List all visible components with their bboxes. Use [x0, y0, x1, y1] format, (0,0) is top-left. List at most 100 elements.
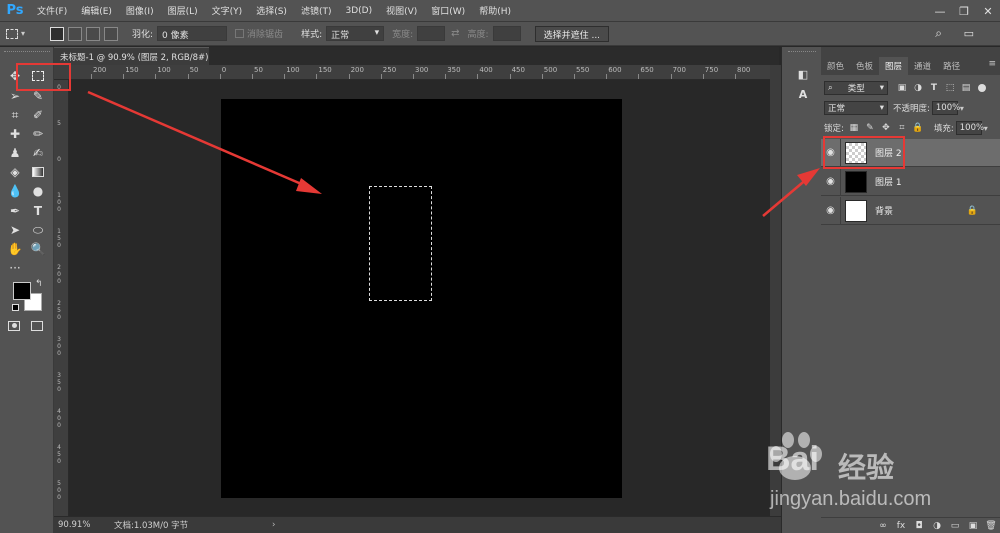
- eye-icon[interactable]: ◉: [821, 167, 841, 196]
- menu-filter[interactable]: 滤镜(T): [294, 4, 339, 17]
- layer-style-icon[interactable]: fx: [892, 521, 910, 531]
- history-panel-icon[interactable]: ◧: [796, 67, 810, 81]
- window-controls: — ❐ ✕: [928, 0, 1000, 22]
- tab-paths[interactable]: 路径: [937, 57, 966, 75]
- filter-kind-select[interactable]: ⌕ 类型 ▾: [824, 81, 888, 95]
- opacity-input[interactable]: 100%: [931, 101, 960, 115]
- clone-stamp-tool-icon[interactable]: ♟: [6, 144, 24, 162]
- filter-adjustment-icon[interactable]: ◑: [912, 82, 924, 94]
- menu-type[interactable]: 文字(Y): [205, 4, 250, 17]
- close-button[interactable]: ✕: [976, 0, 1000, 22]
- adjustment-layer-icon[interactable]: ◑: [928, 521, 946, 531]
- pen-tool-icon[interactable]: ✒: [6, 202, 24, 220]
- new-selection-icon[interactable]: [50, 26, 64, 41]
- zoom-tool-icon[interactable]: 🔍: [29, 240, 47, 258]
- document-tab[interactable]: 未标题-1 @ 90.9% (图层 2, RGB/8#) *: [54, 47, 215, 65]
- tab-swatches[interactable]: 色板: [850, 57, 879, 75]
- tab-channels[interactable]: 通道: [908, 57, 937, 75]
- eraser-tool-icon[interactable]: ◈: [6, 163, 24, 181]
- photoshop-logo[interactable]: Ps: [0, 1, 30, 21]
- brush-tool-icon[interactable]: ✏: [29, 125, 47, 143]
- opacity-dropdown-icon[interactable]: ▾: [960, 104, 964, 113]
- panel-menu-icon[interactable]: ≡: [988, 59, 996, 69]
- tool-preset-picker[interactable]: ▾: [6, 25, 34, 43]
- layer-row[interactable]: ◉ 背景 🔒: [821, 196, 1000, 225]
- filter-toggle[interactable]: [978, 84, 986, 92]
- healing-brush-tool-icon[interactable]: ✚: [6, 125, 24, 143]
- layer-row[interactable]: ◉ 图层 1: [821, 167, 1000, 196]
- blend-mode-select[interactable]: 正常 ▾: [824, 101, 888, 115]
- annotation-box-layer-2: [823, 136, 905, 169]
- delete-layer-icon[interactable]: 🗑: [982, 521, 1000, 531]
- default-colors-icon[interactable]: [12, 304, 19, 311]
- blur-tool-icon[interactable]: 💧: [6, 182, 24, 200]
- antialias-checkbox[interactable]: [235, 29, 245, 38]
- filter-type-icon[interactable]: T: [928, 82, 940, 94]
- lock-artboard-icon[interactable]: ⌗: [896, 122, 908, 134]
- swap-colors-icon[interactable]: ↰: [35, 279, 43, 289]
- foreground-color-swatch[interactable]: [13, 282, 31, 300]
- eye-icon[interactable]: ◉: [821, 196, 841, 225]
- ruler-label: 700: [672, 66, 686, 74]
- annotation-box-marquee-tool: [16, 63, 71, 91]
- menu-window[interactable]: 窗口(W): [424, 4, 472, 17]
- width-input[interactable]: [417, 26, 446, 41]
- restore-button[interactable]: ❐: [952, 0, 976, 22]
- dodge-tool-icon[interactable]: ●: [29, 182, 47, 200]
- subtract-selection-icon[interactable]: [86, 26, 100, 41]
- select-and-mask-button[interactable]: 选择并遮住 ...: [534, 25, 610, 42]
- filter-pixel-icon[interactable]: ▣: [896, 82, 908, 94]
- menu-3d[interactable]: 3D(D): [338, 6, 379, 16]
- style-select[interactable]: 正常 ▾: [326, 26, 385, 41]
- filter-shape-icon[interactable]: ⬚: [944, 82, 956, 94]
- zoom-field[interactable]: 90.91%: [54, 520, 104, 530]
- workspace-icon[interactable]: ▭: [964, 27, 974, 40]
- character-panel-icon[interactable]: A: [796, 87, 810, 101]
- lock-all-icon[interactable]: 🔒: [912, 122, 924, 134]
- lock-image-icon[interactable]: ✎: [864, 122, 876, 134]
- minimize-button[interactable]: —: [928, 0, 952, 22]
- menu-layer[interactable]: 图层(L): [161, 4, 205, 17]
- height-input[interactable]: [492, 26, 521, 41]
- menu-select[interactable]: 选择(S): [249, 4, 294, 17]
- link-layers-icon[interactable]: ∞: [874, 521, 892, 531]
- tab-layers[interactable]: 图层: [879, 57, 909, 75]
- type-tool-icon[interactable]: T: [29, 202, 47, 220]
- left-ruler[interactable]: 050100150200250300350400450500: [54, 80, 69, 516]
- tools-panel: ✥ ➢ ✎ ⌗ ✐ ✚ ✏ ♟ ✍ ◈ 💧 ● ✒ T ➤ ⬭ ✋ 🔍 ··· …: [0, 47, 54, 533]
- history-brush-tool-icon[interactable]: ✍: [29, 144, 47, 162]
- menu-help[interactable]: 帮助(H): [472, 4, 518, 17]
- marquee-selection[interactable]: [369, 186, 432, 301]
- ellipse-tool-icon[interactable]: ⬭: [29, 221, 47, 239]
- hand-tool-icon[interactable]: ✋: [6, 240, 24, 258]
- menu-view[interactable]: 视图(V): [379, 4, 424, 17]
- status-menu-arrow-icon[interactable]: ›: [272, 520, 275, 530]
- feather-input[interactable]: 0 像素: [157, 26, 228, 41]
- crop-tool-icon[interactable]: ⌗: [6, 106, 24, 124]
- menu-edit[interactable]: 编辑(E): [74, 4, 119, 17]
- screen-mode-icon[interactable]: [31, 321, 43, 331]
- layer-name[interactable]: 图层 1: [875, 175, 902, 188]
- fill-input[interactable]: 100%: [955, 121, 984, 135]
- quick-mask-icon[interactable]: [8, 321, 20, 331]
- search-icon[interactable]: ⌕: [935, 26, 942, 41]
- add-mask-icon[interactable]: ◘: [910, 521, 928, 531]
- more-tools-icon[interactable]: ···: [6, 259, 24, 277]
- new-group-icon[interactable]: ▭: [946, 521, 964, 531]
- lock-transparent-icon[interactable]: ▦: [848, 122, 860, 134]
- gradient-tool-icon[interactable]: [29, 163, 47, 181]
- new-layer-icon[interactable]: ▣: [964, 521, 982, 531]
- tab-color[interactable]: 颜色: [821, 57, 850, 75]
- add-selection-icon[interactable]: [68, 26, 82, 41]
- filter-smart-object-icon[interactable]: ▤: [960, 82, 972, 94]
- fill-dropdown-icon[interactable]: ▾: [984, 124, 988, 133]
- menu-image[interactable]: 图像(I): [119, 4, 161, 17]
- top-ruler[interactable]: 200 150 100 50 0 50 100 150 200 250 300 350 400 450 50…: [54, 65, 770, 80]
- path-selection-tool-icon[interactable]: ➤: [6, 221, 24, 239]
- intersect-selection-icon[interactable]: [104, 26, 118, 41]
- menu-file[interactable]: 文件(F): [30, 4, 74, 17]
- swap-icon[interactable]: ⇄: [451, 28, 459, 39]
- eyedropper-tool-icon[interactable]: ✐: [29, 106, 47, 124]
- layer-name[interactable]: 背景: [875, 204, 893, 217]
- lock-position-icon[interactable]: ✥: [880, 122, 892, 134]
